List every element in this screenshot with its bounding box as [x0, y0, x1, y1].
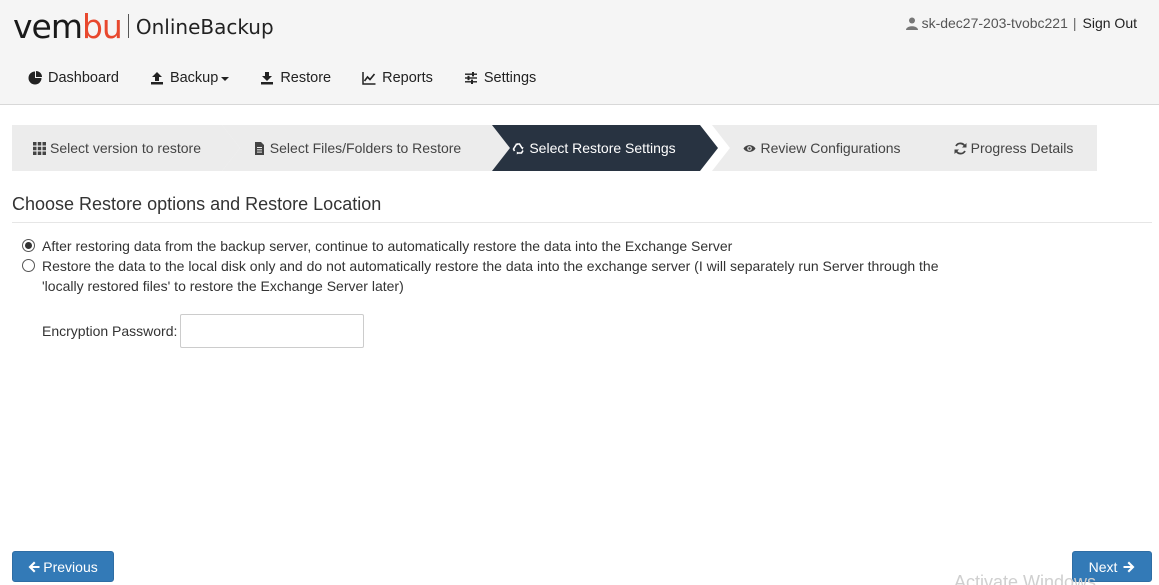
user-icon [905, 17, 918, 30]
brand-logo: vembu [13, 6, 123, 46]
wizard-step-progress[interactable]: Progress Details [930, 125, 1097, 171]
main-nav: Dashboard Backup Restore Reports Setting… [28, 70, 567, 86]
sign-out-link[interactable]: Sign Out [1083, 15, 1137, 31]
option-restore-to-exchange-label: After restoring data from the backup ser… [42, 238, 733, 254]
wizard-step-restore-settings[interactable]: Select Restore Settings [488, 125, 718, 171]
wizard-step-select-version[interactable]: Select version to restore [12, 125, 240, 171]
wizard-step-label: Progress Details [970, 140, 1074, 156]
nav-settings-label: Settings [483, 70, 537, 86]
previous-button[interactable]: Previous [12, 551, 114, 582]
user-area: sk-dec27-203-tvobc221 | Sign Out [905, 15, 1137, 31]
activate-windows-watermark: Activate Windows [954, 572, 1097, 585]
page-title: Choose Restore options and Restore Locat… [12, 194, 382, 214]
nav-dashboard[interactable]: Dashboard [28, 70, 119, 86]
option-restore-local-only[interactable]: Restore the data to the local disk only … [22, 256, 942, 296]
title-divider [12, 222, 1152, 223]
nav-reports[interactable]: Reports [362, 70, 433, 86]
sliders-icon [464, 72, 477, 84]
nav-restore[interactable]: Restore [260, 70, 331, 86]
nav-restore-label: Restore [280, 70, 332, 86]
option-restore-to-exchange[interactable]: After restoring data from the backup ser… [22, 236, 942, 256]
nav-backup-label: Backup [169, 70, 219, 86]
radio-restore-local-only[interactable] [22, 259, 35, 272]
wizard-step-review[interactable]: Review Configurations [712, 125, 950, 171]
restore-wizard-steps: Select version to restore Select Files/F… [12, 125, 1098, 171]
nav-dashboard-label: Dashboard [48, 70, 119, 86]
option-restore-local-only-label: Restore the data to the local disk only … [42, 258, 939, 294]
brand[interactable]: vembu OnlineBackup [13, 6, 274, 46]
encryption-password-row: Encryption Password: [42, 314, 365, 348]
radio-restore-to-exchange[interactable] [22, 239, 35, 252]
recycle-icon [512, 142, 525, 154]
wizard-step-label: Select version to restore [50, 140, 201, 156]
nav-reports-label: Reports [382, 70, 433, 86]
line-chart-icon [362, 72, 376, 85]
arrow-left-icon [28, 561, 40, 572]
upload-icon [150, 72, 163, 85]
wizard-step-label: Review Configurations [760, 140, 901, 156]
chevron-down-icon [221, 77, 230, 81]
brand-separator [127, 14, 129, 38]
wizard-step-label: Select Files/Folders to Restore [269, 140, 462, 156]
pie-chart-icon [28, 71, 42, 85]
refresh-icon [954, 142, 967, 154]
nav-settings[interactable]: Settings [464, 70, 536, 86]
download-icon [261, 72, 274, 85]
encryption-password-input[interactable] [180, 314, 365, 348]
arrow-right-icon [1123, 561, 1135, 572]
wizard-step-select-files[interactable]: Select Files/Folders to Restore [222, 125, 510, 171]
app-header: vembu OnlineBackup sk-dec27-203-tvobc221… [0, 0, 1159, 105]
previous-button-label: Previous [43, 558, 98, 575]
restore-options: After restoring data from the backup ser… [22, 236, 942, 296]
grid-icon [33, 141, 47, 155]
file-icon [254, 141, 264, 155]
user-separator: | [1072, 15, 1077, 31]
encryption-password-label: Encryption Password: [42, 323, 178, 339]
wizard-step-label: Select Restore Settings [529, 140, 676, 156]
brand-product-name: OnlineBackup [135, 15, 274, 39]
username: sk-dec27-203-tvobc221 [921, 15, 1068, 31]
eye-icon [743, 144, 756, 152]
nav-backup[interactable]: Backup [150, 70, 230, 86]
